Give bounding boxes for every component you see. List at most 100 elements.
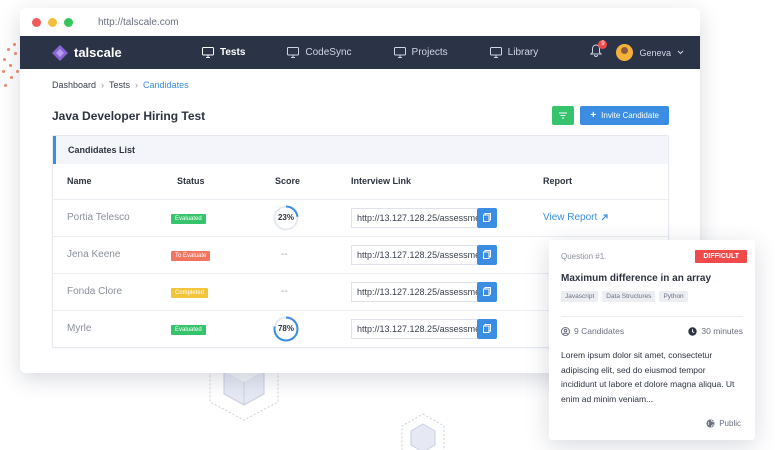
top-navigation: talscale Tests CodeSync Projects Library [20, 36, 700, 69]
difficulty-badge: DIFFICULT [695, 250, 747, 263]
score-value: 78% [277, 324, 294, 334]
divider [561, 316, 743, 317]
column-header-name: Name [67, 176, 92, 187]
candidate-name[interactable]: Fonda Clore [53, 272, 171, 310]
status-badge: Completed [171, 287, 209, 298]
browser-title-bar: http://talscale.com [20, 8, 700, 36]
external-link-icon [601, 214, 608, 221]
question-title: Maximum difference in an array [561, 273, 712, 284]
plus-icon: + [590, 109, 597, 121]
column-header-interview-link: Interview Link [351, 176, 412, 187]
interview-link: http://13.127.128.25/assessment [351, 207, 543, 228]
maximize-window-dot[interactable] [64, 17, 73, 27]
score-value: -- [281, 249, 288, 260]
score-ring: 78% [273, 316, 299, 342]
interview-link-field[interactable]: http://13.127.128.25/assessment [351, 318, 477, 339]
title-row: Java Developer Hiring Test + Invite Cand… [52, 106, 669, 125]
invite-candidate-label: Invite Candidate [601, 111, 659, 120]
nav-item-label: Tests [220, 47, 246, 58]
score-value: 23% [277, 213, 294, 222]
cube-decoration-small [401, 413, 445, 450]
monitor-icon [202, 47, 214, 58]
candidate-name[interactable]: Jena Keene [53, 235, 171, 273]
brand-logo[interactable]: talscale [52, 44, 202, 61]
nav-item-label: Projects [411, 47, 448, 58]
chevron-right-icon: › [101, 80, 105, 90]
table-header-row: Name Status Score Interview Link Report [53, 164, 668, 199]
copy-icon [483, 250, 491, 259]
breadcrumb-item-candidates: Candidates [143, 80, 189, 90]
column-header-status: Status [177, 176, 205, 187]
copy-link-button[interactable] [477, 281, 497, 302]
question-meta: 9 Candidates 30 minutes [561, 326, 743, 336]
breadcrumb-item-dashboard[interactable]: Dashboard [52, 80, 96, 90]
visibility: Public [706, 419, 741, 428]
nav-item-codesync[interactable]: CodeSync [287, 47, 352, 58]
interview-link-field[interactable]: http://13.127.128.25/assessment [351, 244, 477, 265]
tag-javascript: Javascript [561, 291, 599, 302]
copy-icon [483, 213, 491, 222]
nav-item-tests[interactable]: Tests [202, 47, 245, 58]
talscale-logo-icon [52, 44, 68, 61]
question-description: Lorem ipsum dolor sit amet, consectetur … [561, 350, 735, 404]
interview-link: http://13.127.128.25/assessment [351, 318, 543, 339]
breadcrumb: Dashboard › Tests › Candidates [52, 80, 668, 90]
card-title: Candidates List [53, 136, 668, 164]
copy-link-button[interactable] [477, 207, 497, 228]
filter-button[interactable] [552, 106, 575, 125]
copy-link-button[interactable] [477, 244, 497, 265]
interview-link: http://13.127.128.25/assessment [351, 281, 543, 302]
status-badge: Evaluated [171, 324, 206, 335]
monitor-icon [489, 47, 502, 58]
brand-name: talscale [74, 45, 122, 60]
notification-count-badge: 9 [598, 39, 608, 49]
globe-icon [706, 419, 715, 428]
view-report-link[interactable]: View Report [543, 212, 668, 223]
tag-python: Python [659, 291, 688, 302]
duration: 30 minutes [688, 326, 743, 336]
clock-icon [688, 326, 698, 336]
column-header-score: Score [275, 176, 301, 187]
monitor-icon [287, 47, 300, 58]
minimize-window-dot[interactable] [48, 17, 57, 27]
status-badge: Evaluated [171, 213, 206, 224]
chevron-down-icon [677, 50, 684, 55]
view-report-label: View Report [543, 212, 598, 223]
breadcrumb-item-tests[interactable]: Tests [109, 80, 130, 90]
nav-items: Tests CodeSync Projects Library [202, 47, 590, 58]
notifications-button[interactable]: 9 [590, 39, 608, 62]
tag-data-structures: Data Structures [602, 291, 656, 302]
question-tags: Javascript Data Structures Python [561, 291, 743, 302]
user-menu[interactable]: Geneva [616, 44, 684, 61]
close-window-dot[interactable] [32, 17, 41, 27]
user-circle-icon [561, 326, 570, 336]
nav-right: 9 Geneva [590, 39, 684, 62]
question-number: Question #1. [561, 252, 607, 261]
nav-item-label: Library [507, 47, 539, 58]
question-header: Question #1. DIFFICULT [561, 250, 747, 263]
browser-url[interactable]: http://talscale.com [98, 17, 179, 28]
copy-link-button[interactable] [477, 318, 497, 339]
user-name: Geneva [639, 47, 671, 58]
nav-item-library[interactable]: Library [489, 47, 539, 58]
nav-item-label: CodeSync [305, 47, 352, 58]
score-ring: 23% [273, 205, 299, 231]
interview-link: http://13.127.128.25/assessment [351, 244, 543, 265]
table-row: Portia Telesco Evaluated 23% http://13.1… [53, 198, 668, 236]
interview-link-field[interactable]: http://13.127.128.25/assessment [351, 281, 477, 302]
candidates-count: 9 Candidates [561, 326, 624, 336]
monitor-icon [393, 47, 406, 58]
copy-icon [483, 324, 491, 334]
invite-candidate-button[interactable]: + Invite Candidate [580, 106, 669, 125]
status-badge: To Evaluate [171, 250, 211, 261]
avatar [616, 44, 634, 61]
chevron-right-icon: › [135, 80, 139, 90]
candidate-name[interactable]: Portia Telesco [53, 198, 171, 236]
duration-label: 30 minutes [701, 326, 743, 336]
page-title: Java Developer Hiring Test [52, 108, 206, 123]
nav-item-projects[interactable]: Projects [393, 47, 448, 58]
column-header-report: Report [543, 176, 572, 187]
question-card[interactable]: Question #1. DIFFICULT Maximum differenc… [549, 240, 755, 440]
interview-link-field[interactable]: http://13.127.128.25/assessment [351, 207, 477, 228]
candidate-name[interactable]: Myrle [53, 309, 171, 347]
